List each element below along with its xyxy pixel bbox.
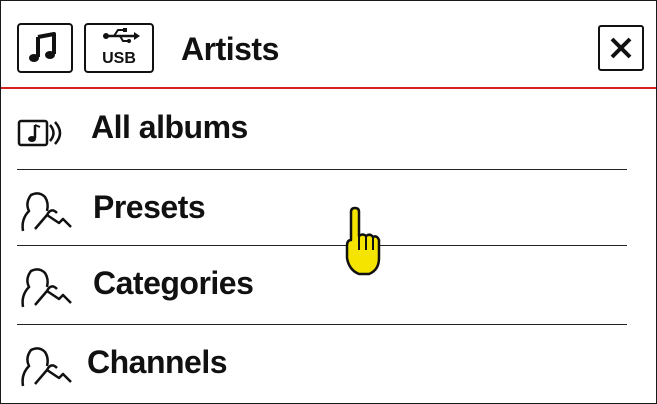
touch-hand-icon bbox=[17, 189, 77, 237]
close-icon bbox=[610, 37, 632, 59]
touch-hand-icon bbox=[17, 265, 77, 313]
music-note-icon bbox=[29, 32, 56, 62]
list-item-label: Presets bbox=[93, 189, 206, 225]
album-icon bbox=[17, 113, 81, 153]
usb-icon: USB bbox=[102, 28, 140, 67]
header-bar: USB Artists bbox=[1, 1, 656, 88]
list-item-label: All albums bbox=[91, 109, 248, 145]
list-item-channels[interactable]: Channels bbox=[1, 324, 656, 402]
close-button[interactable] bbox=[598, 25, 644, 71]
touch-hand-icon bbox=[17, 344, 77, 392]
app-window: USB Artists All albums Presets Categorie… bbox=[0, 0, 657, 404]
list-item-all-albums[interactable]: All albums bbox=[1, 89, 656, 167]
list-item-label: Channels bbox=[87, 344, 228, 380]
list-item-label: Categories bbox=[93, 265, 254, 301]
pointing-hand-cursor-icon bbox=[341, 206, 383, 280]
music-source-button[interactable] bbox=[17, 23, 73, 73]
list-item-presets[interactable]: Presets bbox=[1, 169, 656, 247]
usb-label: USB bbox=[102, 50, 136, 67]
page-title: Artists bbox=[181, 31, 279, 67]
list-item-categories[interactable]: Categories bbox=[1, 245, 656, 323]
usb-source-button[interactable]: USB bbox=[84, 23, 154, 73]
